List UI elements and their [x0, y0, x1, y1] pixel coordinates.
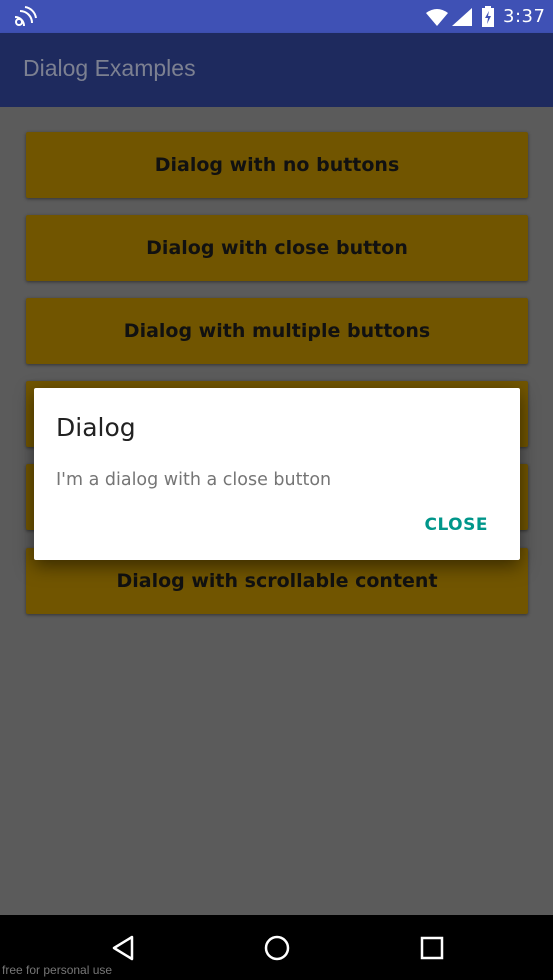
- back-icon[interactable]: [110, 933, 140, 963]
- wifi-icon: [426, 9, 448, 26]
- dialog-multiple-buttons-button[interactable]: Dialog with multiple buttons: [26, 298, 528, 364]
- status-time: 3:37: [503, 6, 546, 27]
- watermark: free for personal use: [2, 963, 113, 977]
- dialog-no-buttons-button[interactable]: Dialog with no buttons: [26, 132, 528, 198]
- signal-icon: [452, 8, 472, 26]
- recents-icon[interactable]: [417, 933, 447, 963]
- dialog-close-button-button[interactable]: Dialog with close button: [26, 215, 528, 281]
- dialog-message: I'm a dialog with a close button: [56, 470, 332, 490]
- cast-icon: [14, 6, 37, 27]
- close-button[interactable]: CLOSE: [424, 515, 488, 535]
- home-icon[interactable]: [262, 933, 292, 963]
- app-title: Dialog Examples: [23, 55, 196, 81]
- status-bar: 3:37: [0, 0, 553, 33]
- dialog: Dialog I'm a dialog with a close button …: [34, 388, 520, 560]
- app-bar: Dialog Examples: [0, 33, 553, 107]
- battery-icon: [482, 6, 494, 27]
- dialog-title: Dialog: [56, 413, 136, 442]
